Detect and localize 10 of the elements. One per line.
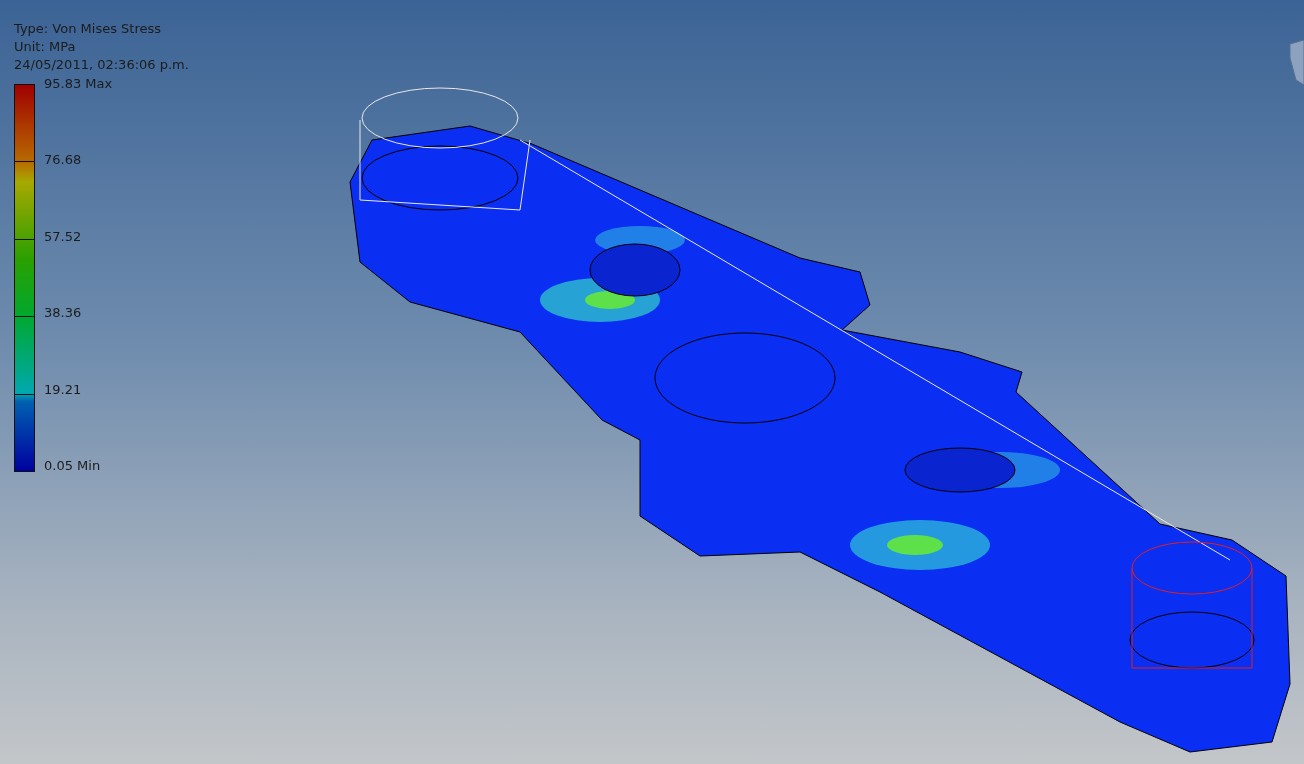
scale-value-label: 57.52 <box>44 228 83 245</box>
scale-value-label: 0.05 Min <box>44 457 102 474</box>
unit-label: Unit: MPa <box>14 38 77 56</box>
view-cube-icon[interactable] <box>1289 39 1304 86</box>
scale-value-label: 76.68 <box>44 152 83 169</box>
scale-value-label: 19.21 <box>44 381 83 398</box>
result-type-label: Type: Von Mises Stress <box>14 20 163 38</box>
scale-value-label: 95.83 Max <box>44 76 113 92</box>
scale-value-label: 38.36 <box>44 305 83 322</box>
timestamp-label: 24/05/2011, 02:36:06 p.m. <box>14 56 189 74</box>
